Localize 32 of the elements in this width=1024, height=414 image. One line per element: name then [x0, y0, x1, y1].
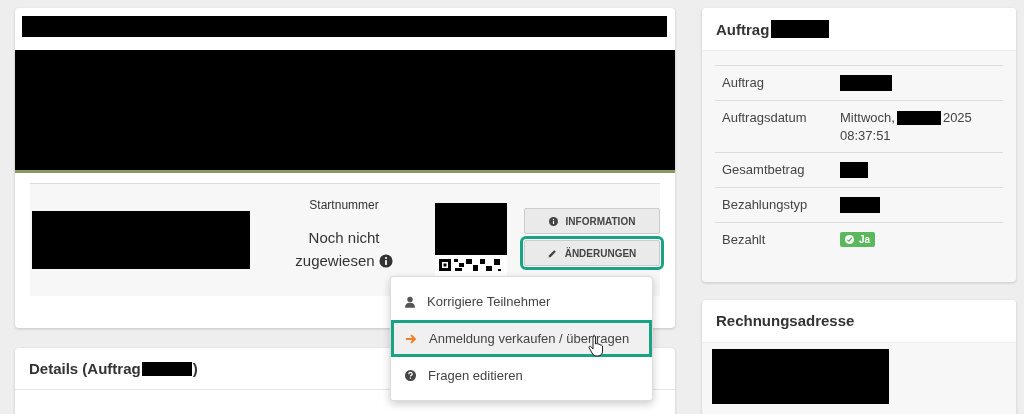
arrow-icon — [405, 332, 417, 345]
date-text: Mittwoch, — [840, 110, 895, 125]
billing-title: Rechnungsadresse — [716, 312, 855, 329]
user-icon — [405, 295, 415, 308]
field-label: Gesamtbetrag — [722, 162, 806, 178]
info-icon — [548, 216, 558, 226]
start-number-label: Startnummer — [309, 198, 379, 212]
info-icon[interactable] — [378, 254, 393, 268]
redaction-block — [840, 75, 892, 91]
redaction-block — [840, 197, 880, 213]
help-icon — [405, 370, 416, 381]
field-label: Auftrag — [722, 75, 765, 91]
menu-item[interactable]: Anmeldung verkaufen / übertragen — [391, 320, 652, 357]
time-text: 08:37:51 — [840, 128, 892, 143]
details-title: ) — [192, 360, 198, 377]
redaction-block — [896, 110, 941, 125]
action-button[interactable]: INFORMATION — [524, 208, 660, 234]
details-title: Details (Auftrag — [29, 360, 141, 377]
redaction-block — [771, 20, 830, 38]
redaction-block — [840, 162, 868, 178]
start-number-value: Noch nicht zugewiesen — [284, 226, 405, 272]
paid-badge: Ja — [840, 232, 876, 247]
field-label: Bezahlt — [722, 232, 767, 247]
redaction-block — [141, 361, 192, 376]
menu-item[interactable]: Korrigiere Teilnehmer — [391, 283, 652, 320]
pencil-icon — [547, 248, 557, 258]
field-label: Bezahlungstyp — [722, 197, 809, 213]
field-label: Auftragsdatum — [722, 110, 808, 127]
order-title: Auftrag — [716, 20, 770, 38]
date-text: 2025 — [942, 110, 972, 125]
menu-item[interactable]: Fragen editieren — [391, 357, 652, 394]
redaction-block — [435, 203, 507, 255]
